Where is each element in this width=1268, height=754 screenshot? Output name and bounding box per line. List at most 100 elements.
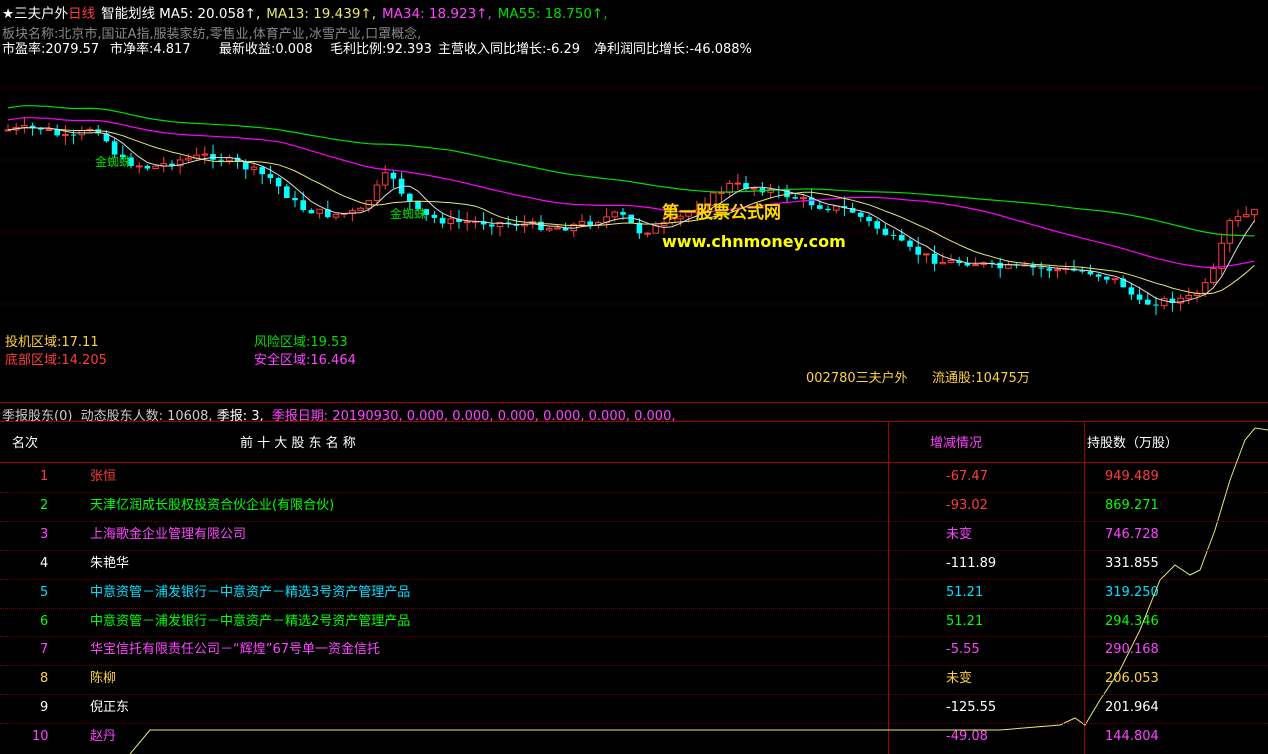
candle-body bbox=[1234, 216, 1242, 222]
stock-code-name: 002780三夫户外 bbox=[806, 371, 908, 386]
candle-body bbox=[1054, 269, 1061, 272]
golden-spider-label-2: 金蜘蛛 bbox=[390, 207, 427, 221]
candle-body bbox=[620, 212, 626, 215]
candle-body bbox=[1226, 220, 1234, 244]
candle-body bbox=[1136, 294, 1143, 300]
candle-body bbox=[800, 197, 807, 200]
candle-body bbox=[45, 128, 53, 131]
candle-body bbox=[1201, 282, 1209, 294]
indicator-name: 智能划线 bbox=[101, 6, 156, 22]
candle-body bbox=[390, 172, 397, 179]
candle-body bbox=[554, 227, 561, 230]
candle-body bbox=[135, 165, 143, 168]
candle-body bbox=[1185, 294, 1193, 299]
candle-body bbox=[259, 167, 265, 175]
candle-body bbox=[447, 218, 455, 225]
candle-body bbox=[734, 182, 742, 185]
candle-body bbox=[890, 234, 897, 236]
candle-body bbox=[882, 228, 889, 235]
candle-body bbox=[463, 221, 471, 224]
safe-zone: 安全区域:16.464 bbox=[254, 353, 356, 368]
candle-body bbox=[931, 253, 938, 264]
ma5-value: MA5: 20.058↑, bbox=[159, 6, 261, 22]
candle-body bbox=[185, 157, 192, 161]
candle-body bbox=[62, 134, 69, 137]
candle-body bbox=[562, 227, 569, 231]
candle-body bbox=[947, 259, 955, 264]
profit-growth: 净利润同比增长:-46.088% bbox=[594, 42, 752, 57]
risk-zone: 风险区域:19.53 bbox=[254, 335, 348, 350]
float-shares: 流通股:10475万 bbox=[932, 371, 1030, 386]
candle-body bbox=[300, 200, 306, 211]
candle-body bbox=[1111, 278, 1119, 281]
candle-body bbox=[210, 154, 216, 160]
candle-body bbox=[21, 125, 28, 128]
watermark-url: www.chnmoney.com bbox=[662, 232, 846, 251]
row-separator bbox=[0, 578, 1268, 580]
cumulative-line-overlay bbox=[129, 427, 1268, 754]
row-separator bbox=[0, 694, 1268, 696]
candle-body bbox=[832, 205, 840, 211]
candle-body bbox=[218, 159, 224, 161]
candle-body bbox=[489, 224, 495, 227]
speculative-zone: 投机区域:17.11 bbox=[5, 335, 99, 350]
latest-eps: 最新收益:0.008 bbox=[219, 42, 313, 57]
candle-body bbox=[373, 184, 381, 202]
ma55-value: MA55: 18.750↑, bbox=[497, 6, 608, 22]
candle-body bbox=[292, 197, 298, 201]
pe-ratio: 市盈率:2079.57 bbox=[2, 42, 100, 57]
candle-body bbox=[899, 235, 905, 241]
watermark-title: 第一股票公式网 bbox=[662, 203, 781, 223]
candle-body bbox=[997, 262, 1003, 269]
row-separator bbox=[0, 491, 1268, 493]
row-separator bbox=[0, 636, 1268, 638]
revenue-growth: 主营收入同比增长:-6.29 bbox=[438, 42, 581, 57]
row-separator bbox=[0, 607, 1268, 609]
candle-body bbox=[407, 193, 413, 202]
ma34-line bbox=[7, 117, 1255, 269]
candle-body bbox=[915, 246, 921, 255]
candle-body bbox=[243, 161, 249, 170]
candle-body bbox=[381, 172, 389, 186]
candle-body bbox=[267, 174, 274, 179]
candle-body bbox=[1038, 267, 1044, 269]
candle-body bbox=[1128, 287, 1135, 295]
candle-body bbox=[431, 214, 438, 218]
candle-body bbox=[275, 178, 282, 187]
candle-body bbox=[439, 217, 446, 224]
candle-body bbox=[1095, 274, 1102, 277]
ma13-value: MA13: 19.439↑, bbox=[266, 6, 377, 22]
chart-header: ★三夫户外日线 智能划线 MA5: 20.058↑, MA13: 19.439↑, MA… bbox=[2, 2, 614, 22]
candle-body bbox=[357, 207, 364, 212]
candle-body bbox=[284, 186, 290, 198]
candle-body bbox=[817, 205, 823, 209]
row-separator bbox=[0, 520, 1268, 522]
row-separator bbox=[0, 665, 1268, 667]
candle-body bbox=[1145, 299, 1151, 305]
candle-body bbox=[907, 240, 913, 247]
candle-body bbox=[1005, 264, 1012, 269]
gross-margin: 毛利比例:92.393 bbox=[330, 42, 432, 57]
row-separator bbox=[0, 723, 1268, 725]
candle-body bbox=[70, 134, 77, 136]
candle-body bbox=[587, 221, 593, 226]
candle-body bbox=[866, 216, 872, 222]
candle-body bbox=[144, 165, 151, 169]
candle-body bbox=[545, 227, 553, 231]
candle-body bbox=[308, 210, 315, 214]
candle-body bbox=[1218, 242, 1225, 270]
candle-body bbox=[972, 264, 979, 267]
candle-body bbox=[578, 220, 586, 225]
candle-body bbox=[825, 208, 831, 211]
row-separator bbox=[0, 549, 1268, 551]
candle-body bbox=[152, 165, 159, 170]
candle-body bbox=[644, 232, 651, 235]
candle-body bbox=[750, 187, 758, 190]
star-icon[interactable]: ★ bbox=[2, 6, 14, 22]
period-label[interactable]: 日线 bbox=[68, 6, 95, 22]
candle-body bbox=[858, 212, 864, 217]
ma34-value: MA34: 18.923↑, bbox=[382, 6, 492, 22]
candle-body bbox=[726, 182, 733, 194]
candlestick-chart[interactable] bbox=[0, 0, 1268, 400]
candle-body bbox=[1087, 271, 1094, 275]
